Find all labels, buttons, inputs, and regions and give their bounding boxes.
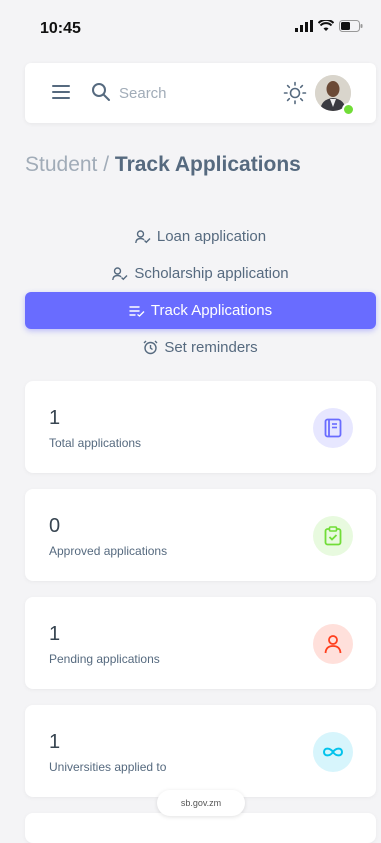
status-time: 10:45 bbox=[40, 20, 81, 37]
top-navbar bbox=[25, 63, 376, 123]
edge-marker: ⋮ bbox=[377, 425, 381, 441]
menu-item-label: Scholarship application bbox=[134, 265, 289, 282]
stat-label: Universities applied to bbox=[49, 760, 167, 774]
user-icon bbox=[313, 624, 353, 664]
stat-card-universities-applied: 1 Universities applied to bbox=[25, 705, 376, 797]
status-icons bbox=[295, 20, 363, 32]
stat-value: 0 bbox=[49, 515, 61, 537]
signal-icon bbox=[295, 20, 313, 32]
stat-label: Pending applications bbox=[49, 652, 160, 666]
stat-card-pending-applications: 1 Pending applications bbox=[25, 597, 376, 689]
breadcrumb: Student / Track Applications bbox=[25, 153, 301, 177]
list-check-icon bbox=[129, 305, 145, 317]
online-status-dot bbox=[342, 103, 355, 116]
hamburger-menu-icon[interactable] bbox=[52, 84, 72, 105]
browser-url: sb.gov.zm bbox=[180, 798, 222, 808]
application-menu: Loan application Scholarship application… bbox=[25, 218, 376, 366]
stat-value: 1 bbox=[49, 623, 61, 645]
menu-item-label: Track Applications bbox=[150, 302, 273, 319]
user-check-icon bbox=[134, 229, 151, 243]
theme-toggle-sun-icon[interactable] bbox=[283, 81, 307, 110]
wifi-icon bbox=[318, 20, 334, 31]
menu-item-label: Set reminders bbox=[164, 339, 258, 356]
stat-value: 1 bbox=[49, 731, 61, 753]
search-icon[interactable] bbox=[91, 82, 111, 107]
alarm-icon bbox=[143, 340, 158, 355]
menu-item-scholarship-application[interactable]: Scholarship application bbox=[25, 255, 376, 292]
stat-card-approved-applications: 0 Approved applications bbox=[25, 489, 376, 581]
clipboard-check-icon bbox=[313, 516, 353, 556]
menu-item-label: Loan application bbox=[156, 228, 267, 245]
menu-item-loan-application[interactable]: Loan application bbox=[25, 218, 376, 255]
user-check-icon bbox=[112, 266, 128, 280]
menu-item-set-reminders[interactable]: Set reminders bbox=[25, 329, 376, 366]
menu-item-track-applications[interactable]: Track Applications bbox=[25, 292, 376, 329]
battery-icon bbox=[339, 20, 363, 32]
stat-label: Approved applications bbox=[49, 544, 168, 558]
breadcrumb-parent[interactable]: Student / bbox=[25, 153, 115, 176]
stat-card-partial bbox=[25, 813, 376, 843]
stat-card-total-applications: 1 Total applications bbox=[25, 381, 376, 473]
infinity-icon bbox=[313, 732, 353, 772]
stat-value: 1 bbox=[49, 407, 61, 429]
browser-url-pill[interactable]: sb.gov.zm bbox=[157, 790, 245, 816]
page-title: Track Applications bbox=[114, 153, 301, 176]
status-bar: 10:45 bbox=[0, 0, 381, 60]
stat-label: Total applications bbox=[49, 436, 142, 450]
search-input[interactable] bbox=[117, 80, 251, 106]
book-icon bbox=[313, 408, 353, 448]
